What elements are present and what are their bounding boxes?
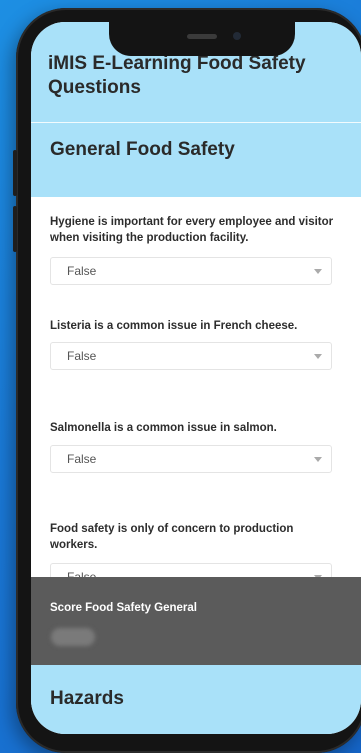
answer-select[interactable]: False: [50, 342, 332, 370]
question-label: Hygiene is important for every employee …: [50, 216, 334, 244]
camera-icon: [233, 32, 241, 40]
question-label: Food safety is only of concern to produc…: [50, 523, 294, 551]
header-divider: [31, 122, 361, 123]
question-label: Salmonella is a common issue in salmon.: [50, 422, 277, 434]
select-value: False: [67, 452, 97, 466]
next-section-header: Hazards: [31, 665, 361, 734]
question-label: Listeria is a common issue in French che…: [50, 320, 298, 332]
phone-notch: [109, 22, 295, 56]
select-value: False: [67, 349, 97, 363]
select-value: False: [67, 264, 97, 278]
next-section-title: Hazards: [50, 688, 124, 709]
chevron-down-icon: [314, 354, 322, 359]
chevron-down-icon: [314, 457, 322, 462]
volume-button: [13, 150, 17, 196]
score-value: [51, 628, 95, 646]
score-panel: Score Food Safety General: [31, 577, 361, 665]
section-title: General Food Safety: [50, 139, 235, 160]
phone-screen: iMIS E-Learning Food Safety Questions Ge…: [31, 22, 361, 734]
volume-button: [13, 206, 17, 252]
chevron-down-icon: [314, 269, 322, 274]
answer-select[interactable]: False: [50, 257, 332, 285]
speaker-icon: [187, 34, 217, 39]
app-title: iMIS E-Learning Food Safety Questions: [48, 53, 306, 98]
answer-select[interactable]: False: [50, 445, 332, 473]
score-label: Score Food Safety General: [50, 602, 197, 614]
